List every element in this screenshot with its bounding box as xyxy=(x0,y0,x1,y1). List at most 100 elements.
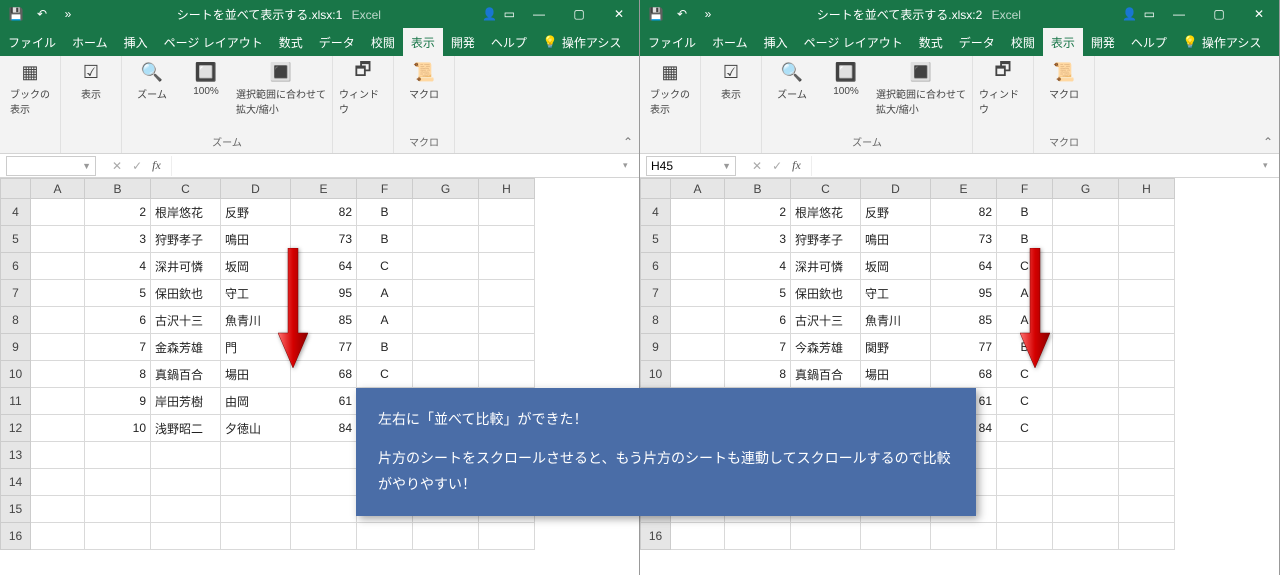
cell[interactable] xyxy=(479,253,535,280)
cell[interactable]: 7 xyxy=(725,334,791,361)
tab-formula[interactable]: 数式 xyxy=(271,28,311,56)
formula-input[interactable] xyxy=(171,156,623,176)
show-button[interactable]: ☑表示 xyxy=(707,60,755,101)
cell[interactable] xyxy=(1119,388,1175,415)
cell[interactable]: 73 xyxy=(931,226,997,253)
col-header[interactable]: D xyxy=(221,179,291,199)
row-header[interactable]: 4 xyxy=(1,199,31,226)
cell[interactable] xyxy=(1053,523,1119,550)
book-view-button[interactable]: ▦ブックの 表示 xyxy=(6,60,54,116)
ribbon-mode-icon[interactable]: ▭ xyxy=(504,7,515,21)
account-icon[interactable]: 👤 xyxy=(478,2,502,26)
cell[interactable]: 61 xyxy=(291,388,357,415)
cell[interactable] xyxy=(479,226,535,253)
macro-button[interactable]: 📜マクロ xyxy=(1040,60,1088,101)
tab-review[interactable]: 校閲 xyxy=(1003,28,1043,56)
cell[interactable]: 反野 xyxy=(221,199,291,226)
cell[interactable] xyxy=(479,334,535,361)
row-header[interactable]: 9 xyxy=(1,334,31,361)
cell[interactable] xyxy=(221,469,291,496)
row-header[interactable]: 5 xyxy=(1,226,31,253)
cell[interactable] xyxy=(221,442,291,469)
cell[interactable] xyxy=(31,280,85,307)
cell[interactable] xyxy=(1119,361,1175,388)
col-header[interactable]: B xyxy=(85,179,151,199)
tab-view[interactable]: 表示 xyxy=(403,28,443,56)
col-header[interactable]: D xyxy=(861,179,931,199)
cell[interactable] xyxy=(861,523,931,550)
cell[interactable]: 守工 xyxy=(221,280,291,307)
tab-review[interactable]: 校閲 xyxy=(363,28,403,56)
col-header[interactable]: A xyxy=(31,179,85,199)
col-header[interactable]: H xyxy=(1119,179,1175,199)
cell[interactable]: 95 xyxy=(291,280,357,307)
cell[interactable]: A xyxy=(357,280,413,307)
cell[interactable]: 狩野孝子 xyxy=(791,226,861,253)
cell[interactable] xyxy=(1119,334,1175,361)
minimize-button[interactable]: — xyxy=(1159,0,1199,28)
cell[interactable] xyxy=(85,496,151,523)
cell[interactable]: 4 xyxy=(85,253,151,280)
cell[interactable] xyxy=(671,523,725,550)
cell[interactable]: 68 xyxy=(291,361,357,388)
cell[interactable]: 由岡 xyxy=(221,388,291,415)
fx-icon[interactable]: fx xyxy=(152,158,161,173)
cell[interactable] xyxy=(85,442,151,469)
cell[interactable]: 岸田芳樹 xyxy=(151,388,221,415)
cell[interactable]: 68 xyxy=(931,361,997,388)
col-header[interactable]: G xyxy=(1053,179,1119,199)
cell[interactable]: 77 xyxy=(291,334,357,361)
cell[interactable]: 6 xyxy=(85,307,151,334)
cell[interactable] xyxy=(31,388,85,415)
cell[interactable] xyxy=(31,307,85,334)
enter-icon[interactable]: ✓ xyxy=(132,159,142,173)
row-header[interactable]: 8 xyxy=(1,307,31,334)
cell[interactable]: 今森芳雄 xyxy=(791,334,861,361)
row-header[interactable]: 14 xyxy=(1,469,31,496)
tab-data[interactable]: データ xyxy=(951,28,1003,56)
cell[interactable] xyxy=(1119,469,1175,496)
cell[interactable]: 鳴田 xyxy=(861,226,931,253)
cell[interactable] xyxy=(85,469,151,496)
cell[interactable]: 金森芳雄 xyxy=(151,334,221,361)
cell[interactable]: 深井可憐 xyxy=(791,253,861,280)
cell[interactable]: 根岸悠花 xyxy=(791,199,861,226)
cell[interactable]: 6 xyxy=(725,307,791,334)
cell[interactable]: 古沢十三 xyxy=(791,307,861,334)
tab-insert[interactable]: 挿入 xyxy=(756,28,796,56)
cell[interactable] xyxy=(1053,334,1119,361)
cell[interactable] xyxy=(1119,199,1175,226)
cell[interactable] xyxy=(291,496,357,523)
cell[interactable] xyxy=(31,523,85,550)
cell[interactable] xyxy=(791,523,861,550)
cell[interactable]: 魚青川 xyxy=(861,307,931,334)
cell[interactable] xyxy=(221,496,291,523)
cell[interactable]: C xyxy=(357,253,413,280)
cell[interactable]: A xyxy=(357,307,413,334)
row-header[interactable]: 7 xyxy=(1,280,31,307)
tab-help[interactable]: ヘルプ xyxy=(1123,28,1175,56)
cell[interactable]: B xyxy=(357,334,413,361)
window-button[interactable]: 🗗ウィンドウ xyxy=(979,60,1027,116)
cell[interactable]: 保田欽也 xyxy=(151,280,221,307)
cell[interactable] xyxy=(997,442,1053,469)
row-header[interactable]: 4 xyxy=(641,199,671,226)
cell[interactable] xyxy=(671,307,725,334)
maximize-button[interactable]: ▢ xyxy=(1199,0,1239,28)
cell[interactable] xyxy=(1053,388,1119,415)
cell[interactable] xyxy=(151,469,221,496)
cell[interactable]: 73 xyxy=(291,226,357,253)
row-header[interactable]: 10 xyxy=(641,361,671,388)
tab-tell[interactable]: 💡操作アシス xyxy=(1175,28,1269,56)
select-all-corner[interactable] xyxy=(641,179,671,199)
cell[interactable] xyxy=(1053,226,1119,253)
cell[interactable]: B xyxy=(357,226,413,253)
cell[interactable] xyxy=(1053,415,1119,442)
cell[interactable] xyxy=(357,523,413,550)
cell[interactable] xyxy=(671,253,725,280)
formula-input[interactable] xyxy=(811,156,1263,176)
cell[interactable] xyxy=(31,415,85,442)
cell[interactable]: 反野 xyxy=(861,199,931,226)
minimize-button[interactable]: — xyxy=(519,0,559,28)
cell[interactable] xyxy=(479,523,535,550)
